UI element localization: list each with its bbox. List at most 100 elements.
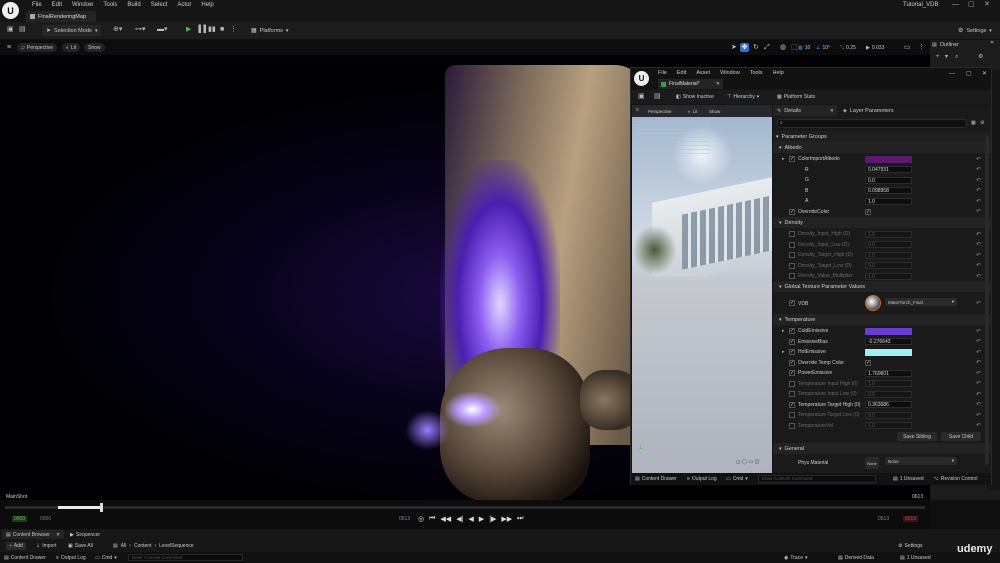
reset-icon[interactable]: ↶ — [976, 241, 981, 248]
close-icon[interactable]: ✕ — [830, 108, 834, 114]
temperature-param-value-input[interactable]: 1.0 — [865, 422, 912, 429]
reset-icon[interactable]: ↶ — [976, 422, 981, 429]
platforms-button[interactable]: ▦ Platforms ▾ — [251, 25, 288, 36]
albedo-param-value-input[interactable]: 0.098958 — [865, 187, 912, 194]
temperature-param-color-swatch[interactable] — [865, 348, 912, 356]
scale-tool-icon[interactable]: ⤢ — [764, 44, 770, 51]
reset-icon[interactable]: ↶ — [976, 166, 981, 173]
reset-icon[interactable]: ↶ — [976, 273, 981, 280]
search-icon[interactable]: ⌕ — [955, 54, 958, 60]
output-log-button[interactable]: ≡ Output Log — [56, 554, 86, 561]
density-param-checkbox[interactable] — [789, 231, 795, 237]
reset-icon[interactable]: ↶ — [976, 412, 981, 419]
add-button[interactable]: + Add — [6, 542, 26, 550]
minimize-icon[interactable]: — — [952, 1, 959, 8]
reset-icon[interactable]: ↶ — [976, 252, 981, 259]
mat-console-input[interactable]: Enter Console Command — [758, 475, 876, 483]
albedo-header[interactable]: ▾ Albedo — [773, 142, 991, 153]
blueprint-icon[interactable]: ⊶▾ — [135, 26, 146, 33]
reset-icon[interactable]: ↶ — [976, 380, 981, 387]
reset-icon[interactable]: ↶ — [976, 401, 981, 408]
details-tab[interactable]: ✎ Details ✕ — [773, 105, 837, 116]
temperature-param-value-input[interactable]: 0.0 — [865, 390, 912, 398]
density-param-value-input[interactable]: 1.0 — [865, 272, 912, 280]
minimize-icon[interactable]: — — [949, 71, 955, 77]
vdb-asset-dropdown[interactable]: MaterTorch_Final ▾ — [885, 298, 957, 306]
save-icon[interactable]: ▣ — [638, 93, 645, 100]
temperature-param-bool-check[interactable]: ✓ — [865, 359, 871, 366]
map-tab[interactable]: FinalRenderingMap — [26, 11, 96, 22]
temperature-param-value-input[interactable]: 1.0 — [865, 380, 912, 387]
density-header[interactable]: ▾ Density — [773, 217, 991, 228]
albedo-param-checkbox[interactable]: ✓ — [789, 156, 795, 162]
density-param-value-input[interactable]: 0.0 — [865, 241, 912, 248]
console-input[interactable]: Enter Console Command — [128, 554, 243, 561]
close-tab-icon[interactable]: ✕ — [716, 81, 720, 87]
temperature-header[interactable]: ▾ Temperature — [773, 314, 991, 325]
reset-icon[interactable]: ↶ — [976, 198, 981, 205]
preview-shape-icons[interactable]: ◻ ◯ ▭ ◫ — [736, 460, 759, 465]
mat-menu-file[interactable]: File — [653, 70, 672, 76]
hierarchy-button[interactable]: ⊤ Hierarchy ▾ — [727, 92, 759, 102]
reset-icon[interactable]: ↶ — [976, 156, 981, 163]
content-browser-tab[interactable]: ▤ Content Browser ✕ — [2, 530, 65, 539]
outliner-tab[interactable]: ▤ Outliner — [932, 40, 959, 50]
reset-icon[interactable]: ↶ — [976, 328, 981, 335]
platform-stats-button[interactable]: ▦ Platform Stats — [777, 92, 815, 102]
step-forward-icon[interactable]: |▶ — [489, 515, 496, 523]
mat-menu-help[interactable]: Help — [768, 70, 789, 76]
mat-unreal-logo[interactable]: U — [634, 71, 649, 86]
play-reverse-icon[interactable]: ◀ — [468, 515, 473, 523]
expand-arrow-icon[interactable]: ▸ — [782, 156, 785, 162]
perspective-button[interactable]: ▱ Perspective — [17, 43, 57, 52]
preview-perspective-button[interactable]: Perspective — [645, 107, 675, 115]
browse-icon[interactable]: ▤ — [654, 93, 661, 100]
breadcrumb-content[interactable]: Content — [134, 543, 152, 549]
close-icon[interactable]: ✕ — [984, 1, 990, 8]
mat-cmd-dropdown[interactable]: ▭ Cmd ▾ — [726, 475, 748, 483]
maximize-viewport-icon[interactable]: ⋮ — [918, 44, 925, 51]
rotation-snap[interactable]: ∠ 10° — [816, 43, 830, 52]
mat-revision-control[interactable]: ⌥ Revision Control — [933, 475, 977, 483]
step-icon[interactable]: ▐▐ — [196, 26, 206, 33]
world-icon[interactable]: ◍ — [780, 44, 786, 51]
reset-icon[interactable]: ↶ — [976, 338, 981, 345]
filter-icon[interactable]: ▾ — [945, 54, 948, 60]
preview-show-button[interactable]: Show — [706, 107, 724, 115]
menu-actor[interactable]: Actor — [172, 2, 196, 8]
rotate-tool-icon[interactable]: ↻ — [753, 44, 759, 51]
density-param-checkbox[interactable] — [789, 252, 795, 258]
more-play-icon[interactable]: ⋮ — [230, 26, 237, 33]
lit-button[interactable]: ◐ Lit — [62, 43, 81, 52]
density-param-value-input[interactable]: 0.0 — [865, 262, 912, 269]
temperature-param-checkbox[interactable]: ✓ — [789, 401, 795, 408]
content-settings-button[interactable]: ⚙ Settings — [898, 542, 923, 550]
parameter-groups-header[interactable]: ▾ Parameter Groups — [773, 131, 991, 142]
layer-parameters-tab[interactable]: ◈ Layer Parameters — [839, 105, 909, 116]
viewport-menu-icon[interactable]: ≡ — [7, 44, 11, 51]
trace-button[interactable]: ◉ Trace ▾ — [784, 554, 808, 561]
scale-snap[interactable]: ⤡ 0.25 — [840, 43, 856, 52]
mat-asset-tab[interactable]: FinalMaterial* ✕ — [658, 79, 723, 89]
show-button[interactable]: Show — [84, 43, 105, 52]
phys-material-thumb[interactable]: None — [865, 457, 879, 469]
reset-icon[interactable]: ↶ — [976, 391, 981, 398]
temperature-param-checkbox[interactable] — [789, 391, 795, 397]
maximize-icon[interactable]: ▢ — [968, 1, 975, 8]
reset-icon[interactable]: ↶ — [976, 262, 981, 269]
density-param-checkbox[interactable] — [789, 241, 795, 248]
reset-icon[interactable]: ↶ — [976, 208, 981, 215]
pause-icon[interactable]: ▮▮ — [208, 26, 216, 33]
end-frame-red[interactable]: 0613 — [903, 516, 919, 522]
expand-arrow-icon[interactable]: ▸ — [782, 349, 785, 355]
mat-menu-edit[interactable]: Edit — [672, 70, 691, 76]
step-back-icon[interactable]: ◀| — [456, 515, 463, 523]
density-param-checkbox[interactable] — [789, 273, 795, 279]
density-param-value-input[interactable]: 1.0 — [865, 230, 912, 238]
albedo-param-bool-check[interactable]: ✓ — [865, 208, 871, 215]
maximize-icon[interactable]: ▢ — [966, 71, 972, 77]
menu-build[interactable]: Build — [122, 2, 145, 8]
general-header[interactable]: ▾ General — [773, 443, 991, 454]
unreal-logo[interactable]: U — [2, 2, 19, 19]
temperature-param-value-input[interactable]: 0.363686 — [865, 401, 912, 408]
